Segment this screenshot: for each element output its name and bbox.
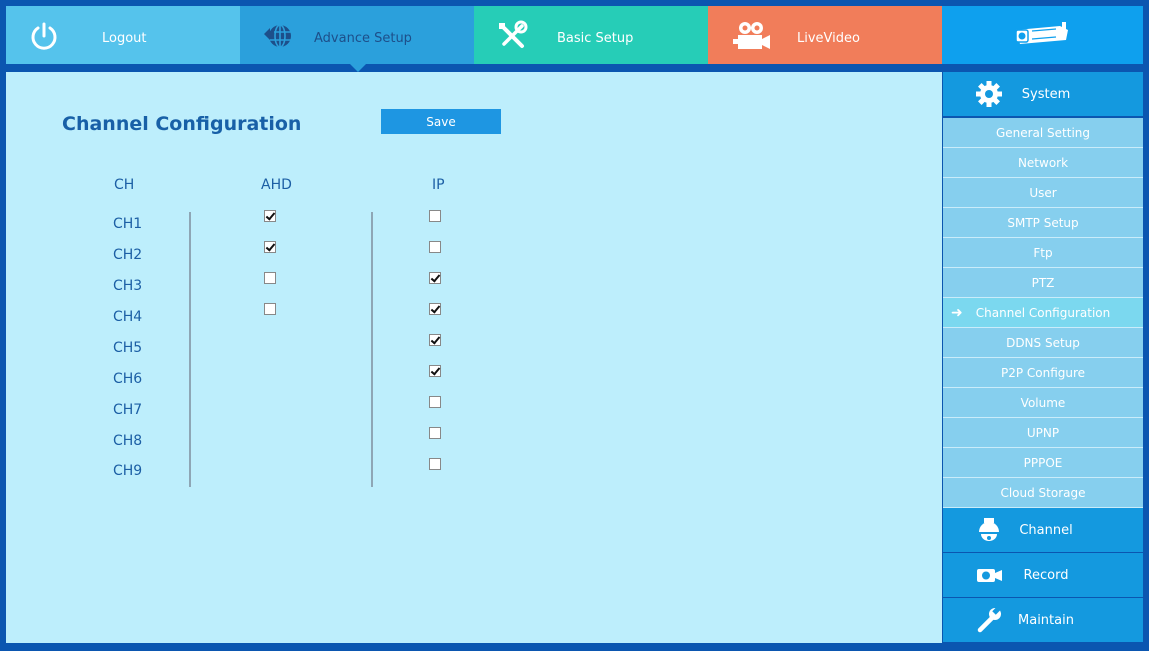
page-title: Channel Configuration bbox=[62, 113, 302, 135]
bullet-camera-icon bbox=[1015, 22, 1068, 44]
ip-checkbox-ch9[interactable] bbox=[429, 458, 441, 470]
ip-checkbox-ch2[interactable] bbox=[429, 241, 441, 253]
sidebar-item-label: General Setting bbox=[995, 126, 1091, 140]
sidebar-section-label: Record bbox=[1023, 568, 1069, 583]
brand-logo bbox=[942, 6, 1143, 64]
ip-checkbox-ch7[interactable] bbox=[429, 396, 441, 408]
sidebar-item-label: Cloud Storage bbox=[1000, 486, 1086, 500]
sidebar-item-ftp[interactable]: Ftp bbox=[943, 238, 1143, 268]
channel-label: CH1 bbox=[113, 216, 143, 232]
ip-checkbox-ch3[interactable] bbox=[429, 272, 441, 284]
sidebar-item-label: User bbox=[1029, 186, 1057, 200]
sidebar-item-upnp[interactable]: UPNP bbox=[943, 418, 1143, 448]
sidebar-item-label: SMTP Setup bbox=[1007, 216, 1079, 230]
sidebar-section-maintain[interactable]: Maintain bbox=[943, 598, 1143, 642]
active-tab-pointer bbox=[350, 64, 366, 72]
channel-label: CH3 bbox=[113, 278, 143, 294]
power-icon bbox=[31, 22, 57, 50]
sidebar-item-cloud-storage[interactable]: Cloud Storage bbox=[943, 478, 1143, 508]
col-header-ahd: AHD bbox=[261, 177, 292, 193]
ahd-checkbox-ch4[interactable] bbox=[264, 303, 276, 315]
tab-advance-label: Advance Setup bbox=[314, 31, 412, 46]
channel-label: CH6 bbox=[113, 371, 143, 387]
col-header-ip: IP bbox=[432, 177, 445, 193]
sidebar-item-label: PTZ bbox=[1031, 276, 1055, 290]
video-camera-icon bbox=[733, 22, 770, 49]
sidebar-section-label: Maintain bbox=[1018, 613, 1074, 628]
sidebar-item-label: DDNS Setup bbox=[1006, 336, 1080, 350]
ip-checkbox-ch8[interactable] bbox=[429, 427, 441, 439]
save-button[interactable]: Save bbox=[381, 109, 501, 134]
sidebar-item-volume[interactable]: Volume bbox=[943, 388, 1143, 418]
ip-checkbox-ch6[interactable] bbox=[429, 365, 441, 377]
sidebar-item-label: PPPOE bbox=[1023, 456, 1063, 470]
sidebar-item-label: Channel Configuration bbox=[975, 306, 1111, 320]
main-panel: Channel Configuration Save CH AHD IP CH1… bbox=[6, 72, 942, 643]
arrow-right-icon: ➜ bbox=[951, 305, 963, 321]
ahd-checkbox-ch3[interactable] bbox=[264, 272, 276, 284]
channel-label: CH9 bbox=[113, 463, 143, 479]
sidebar-section-record[interactable]: Record bbox=[943, 553, 1143, 597]
sidebar-item-label: P2P Configure bbox=[1000, 366, 1086, 380]
channel-label: CH2 bbox=[113, 247, 143, 263]
channel-label: CH4 bbox=[113, 309, 143, 325]
globe-icon bbox=[264, 24, 291, 48]
sidebar-item-label: Ftp bbox=[1033, 246, 1053, 260]
sidebar-item-ptz[interactable]: PTZ bbox=[943, 268, 1143, 298]
system-submenu: General Setting Network User SMTP Setup … bbox=[943, 118, 1143, 508]
tab-logout[interactable]: Logout bbox=[6, 6, 240, 64]
sidebar-section-system[interactable]: System bbox=[943, 72, 1143, 116]
top-nav: Logout Advance Setup Basic Setup LiveVid… bbox=[6, 6, 1143, 72]
sidebar-item-pppoe[interactable]: PPPOE bbox=[943, 448, 1143, 478]
channel-label: CH8 bbox=[113, 433, 143, 449]
sidebar-item-general-setting[interactable]: General Setting bbox=[943, 118, 1143, 148]
sidebar: System General Setting Network User SMTP… bbox=[943, 72, 1143, 643]
tools-icon bbox=[499, 20, 528, 48]
tab-livevideo-label: LiveVideo bbox=[797, 31, 860, 46]
ahd-checkbox-ch1[interactable] bbox=[264, 210, 276, 222]
ip-checkbox-ch1[interactable] bbox=[429, 210, 441, 222]
sidebar-item-label: Volume bbox=[1020, 396, 1066, 410]
tab-basic-label: Basic Setup bbox=[557, 31, 634, 46]
column-divider-ahd bbox=[189, 212, 191, 487]
sidebar-item-label: UPNP bbox=[1026, 426, 1060, 440]
sidebar-item-network[interactable]: Network bbox=[943, 148, 1143, 178]
sidebar-section-label: Channel bbox=[1019, 523, 1073, 538]
sidebar-item-channel-configuration[interactable]: ➜ Channel Configuration bbox=[943, 298, 1143, 328]
tab-logout-label: Logout bbox=[102, 31, 147, 46]
sidebar-section-channel[interactable]: Channel bbox=[943, 508, 1143, 552]
sidebar-section-label: System bbox=[1021, 87, 1071, 102]
channel-label: CH7 bbox=[113, 402, 143, 418]
channel-label: CH5 bbox=[113, 340, 143, 356]
column-divider-ip bbox=[371, 212, 373, 487]
tab-basic-setup[interactable]: Basic Setup bbox=[474, 6, 708, 64]
ip-checkbox-ch5[interactable] bbox=[429, 334, 441, 346]
tab-livevideo[interactable]: LiveVideo bbox=[708, 6, 942, 64]
ahd-checkbox-ch2[interactable] bbox=[264, 241, 276, 253]
sidebar-item-ddns-setup[interactable]: DDNS Setup bbox=[943, 328, 1143, 358]
sidebar-item-p2p-configure[interactable]: P2P Configure bbox=[943, 358, 1143, 388]
sidebar-item-user[interactable]: User bbox=[943, 178, 1143, 208]
sidebar-item-smtp-setup[interactable]: SMTP Setup bbox=[943, 208, 1143, 238]
ip-checkbox-ch4[interactable] bbox=[429, 303, 441, 315]
tab-advance-setup[interactable]: Advance Setup bbox=[240, 6, 474, 72]
sidebar-item-label: Network bbox=[1017, 156, 1069, 170]
col-header-ch: CH bbox=[114, 177, 135, 193]
